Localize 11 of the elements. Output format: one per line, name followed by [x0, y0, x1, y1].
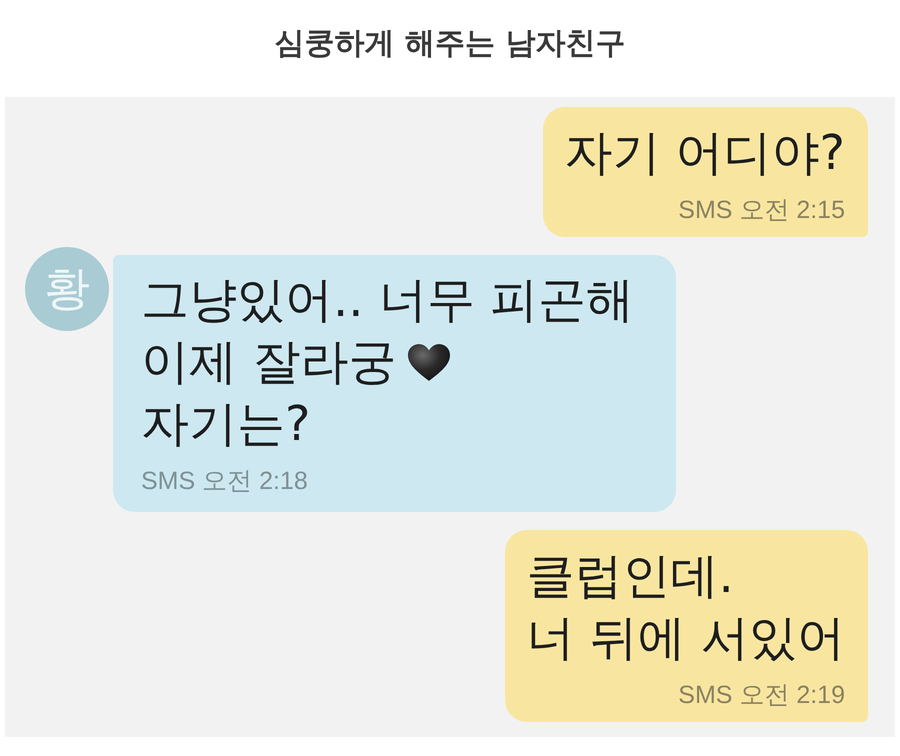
page-title: 심쿵하게 해주는 남자친구	[274, 25, 626, 63]
message-timestamp: SMS 오전 2:19	[677, 680, 845, 710]
message-text: 이제 잘라궁	[141, 334, 396, 392]
message-text: 자기는?	[141, 396, 310, 454]
message-timestamp: SMS 오전 2:18	[141, 466, 309, 496]
message-timestamp: SMS 오전 2:15	[677, 195, 845, 225]
avatar: 황	[25, 247, 109, 331]
message-text: 그냥있어.. 너무 피곤해	[141, 272, 634, 330]
message-text: 너 뒤에 서있어	[526, 610, 845, 668]
message-text: 클럽인데.	[526, 548, 734, 606]
message-text: 자기 어디야?	[564, 125, 845, 183]
